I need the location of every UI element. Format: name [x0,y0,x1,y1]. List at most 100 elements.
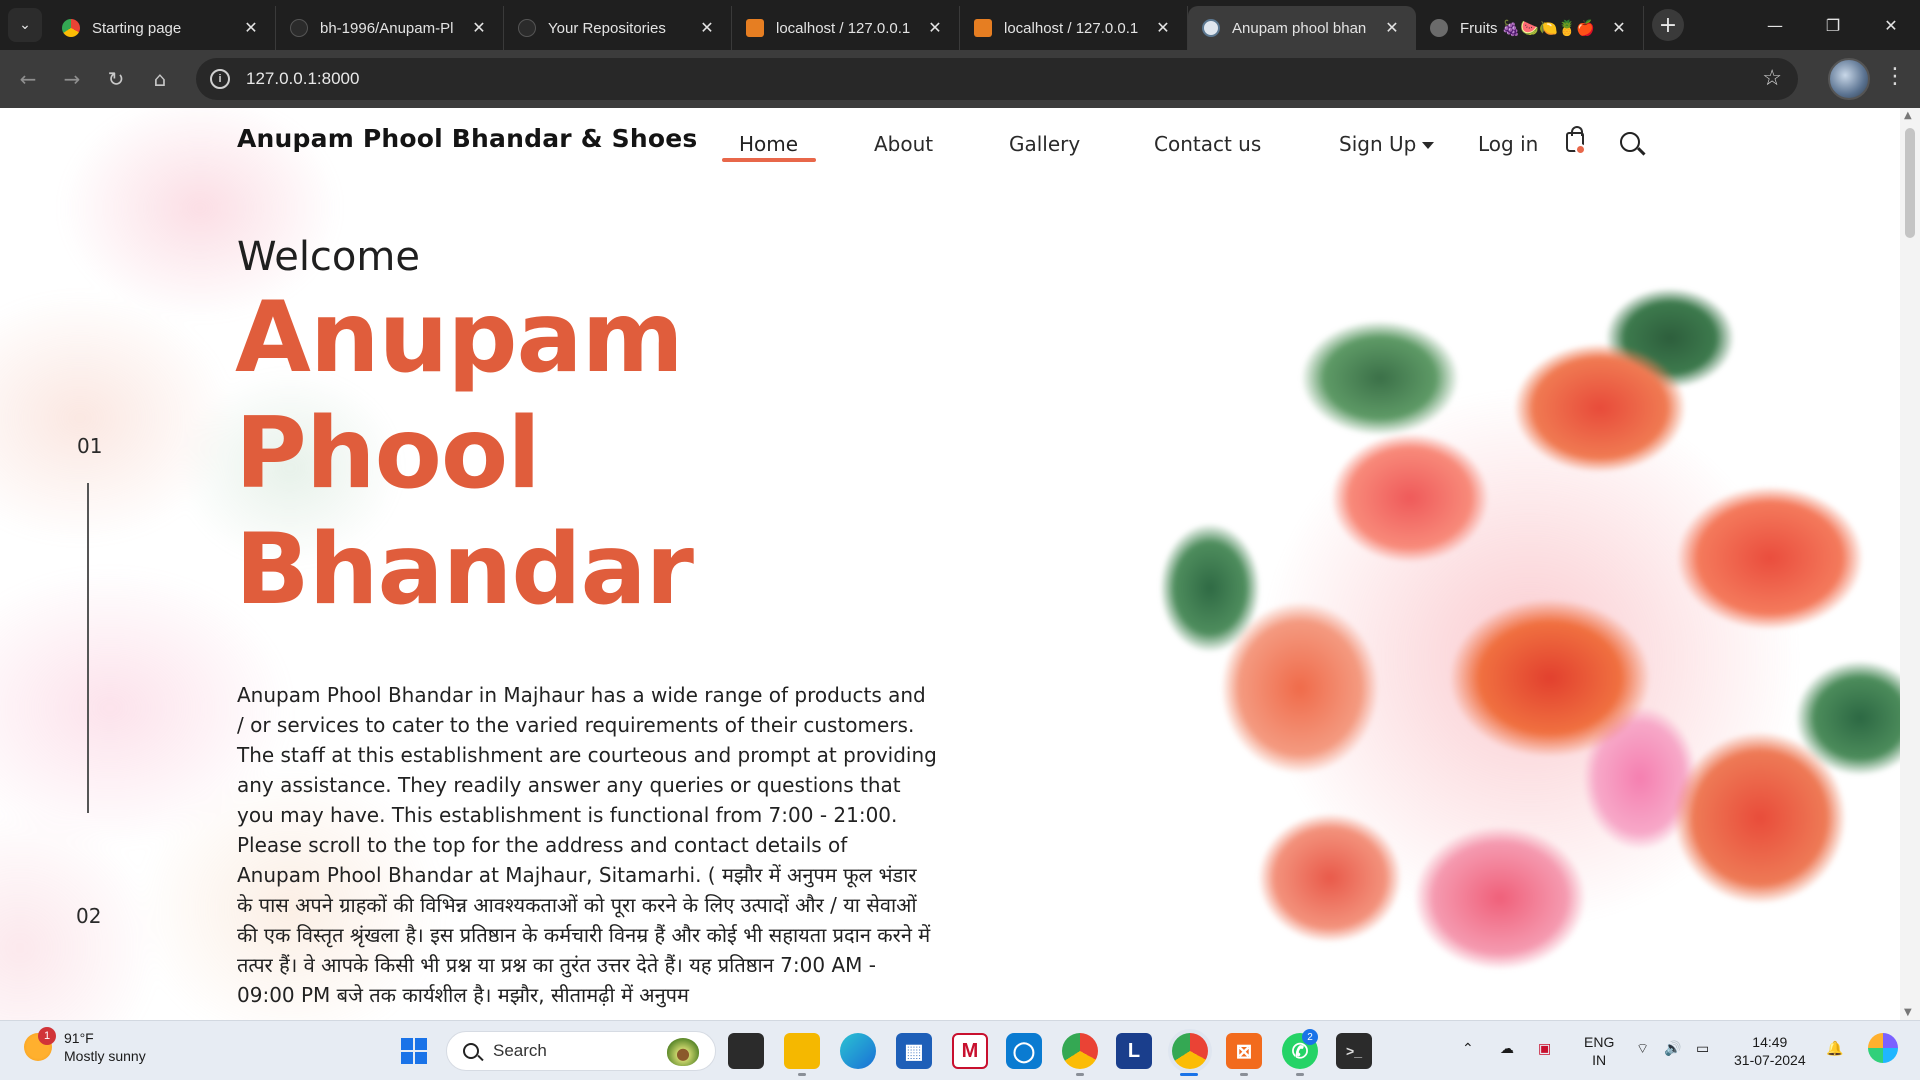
close-window-icon[interactable]: ✕ [1862,0,1920,50]
windows-logo-icon [401,1038,427,1064]
cortana-icon[interactable]: ◯ [1006,1033,1042,1069]
file-explorer-icon[interactable] [784,1033,820,1069]
phpmyadmin-favicon-icon [746,19,764,37]
running-indicator [1296,1073,1304,1076]
site-brand[interactable]: Anupam Phool Bhandar & Shoes [237,124,697,153]
menu-kebab-icon[interactable]: ⋮ [1884,64,1906,89]
github-favicon-icon [518,19,536,37]
tab-search-button[interactable]: ⌄ [8,8,42,42]
scrollbar-thumb[interactable] [1905,128,1915,238]
running-indicator [1240,1073,1248,1076]
close-tab-icon[interactable]: ✕ [1153,18,1173,38]
home-icon[interactable]: ⌂ [138,59,182,99]
nav-signup-label: Sign Up [1339,132,1417,156]
chrome-active-icon[interactable] [1172,1033,1208,1069]
tab-title: localhost / 127.0.0.1 [776,19,911,37]
scroll-up-arrow-icon[interactable]: ▲ [1904,110,1912,121]
slide-indicator-start[interactable]: 01 [77,434,102,458]
close-tab-icon[interactable]: ✕ [697,18,717,38]
forward-arrow-icon[interactable]: → [50,59,94,99]
slide-indicator-end[interactable]: 02 [76,904,101,928]
close-tab-icon[interactable]: ✕ [469,18,489,38]
windows-taskbar: 1 91°F Mostly sunny Search ▦ M ◯ L ⊠ ✆ 2… [0,1020,1920,1080]
show-hidden-icons-chevron-icon[interactable]: ⌃ [1462,1039,1474,1057]
chrome-favicon-icon [62,19,80,37]
browser-tab-active[interactable]: Anupam phool bhan ✕ [1188,6,1416,50]
nav-contact[interactable]: Contact us [1154,132,1261,156]
browser-tab[interactable]: Your Repositories ✕ [504,6,732,50]
site-info-icon[interactable]: i [210,69,230,89]
language-code: ENG [1584,1034,1615,1050]
address-bar[interactable]: i 127.0.0.1:8000 ☆ [196,58,1798,100]
task-view-icon[interactable] [728,1033,764,1069]
weather-description: Mostly sunny [64,1048,146,1064]
microsoft-store-icon[interactable]: ▦ [896,1033,932,1069]
nav-about[interactable]: About [874,132,933,156]
globe-favicon-icon [1430,19,1448,37]
l-app-icon[interactable]: L [1116,1033,1152,1069]
nav-signup-dropdown[interactable]: Sign Up [1339,132,1435,156]
back-arrow-icon[interactable]: ← [6,59,50,99]
nav-gallery[interactable]: Gallery [1009,132,1080,156]
caret-down-icon [1422,142,1435,149]
tab-title: bh-1996/Anupam-Pl [320,19,454,37]
language-region: IN [1592,1052,1607,1068]
security-tray-icon[interactable]: ▣ [1538,1039,1551,1057]
language-indicator[interactable]: ENG IN [1584,1033,1614,1069]
chrome-profile-icon[interactable] [1062,1033,1098,1069]
bookmark-star-icon[interactable]: ☆ [1762,65,1782,91]
close-tab-icon[interactable]: ✕ [241,18,261,38]
hero-flower-image [1080,258,1900,1020]
battery-icon[interactable]: ▭ [1696,1039,1709,1057]
mcafee-icon[interactable]: M [952,1033,988,1069]
page-scrollbar[interactable]: ▲ ▼ [1900,108,1920,1020]
edge-browser-icon[interactable] [840,1033,876,1069]
weather-badge: 1 [38,1027,56,1045]
hero-welcome: Welcome [237,234,420,280]
browser-tab[interactable]: localhost / 127.0.0.1 ✕ [960,6,1188,50]
tab-title: Starting page [92,19,182,37]
url-text[interactable]: 127.0.0.1:8000 [246,69,359,89]
windows-start-icon[interactable] [396,1033,432,1069]
nav-home[interactable]: Home [739,132,798,156]
tab-title: Anupam phool bhan [1232,19,1367,37]
minimize-icon[interactable]: — [1746,0,1804,50]
browser-tab[interactable]: Starting page ✕ [48,6,276,50]
restore-icon[interactable]: ❐ [1804,0,1862,50]
search-icon[interactable] [1620,132,1640,152]
nav-active-underline [722,158,816,162]
close-tab-icon[interactable]: ✕ [1609,18,1629,38]
volume-icon[interactable]: 🔊 [1664,1039,1681,1057]
scroll-down-arrow-icon[interactable]: ▼ [1904,1007,1912,1018]
copilot-icon[interactable] [1868,1033,1898,1063]
weather-temperature: 91°F [64,1030,94,1046]
browser-tab[interactable]: localhost / 127.0.0.1 ✕ [732,6,960,50]
onedrive-cloud-icon[interactable]: ☁ [1500,1039,1514,1057]
taskbar-search-box[interactable]: Search [446,1031,716,1071]
running-indicator-active [1180,1073,1198,1076]
new-tab-button[interactable]: + [1652,9,1684,41]
github-favicon-icon [290,19,308,37]
tab-title: Your Repositories [548,19,666,37]
avocado-icon [667,1038,699,1066]
close-tab-icon[interactable]: ✕ [925,18,945,38]
profile-avatar[interactable] [1828,58,1870,100]
nav-login[interactable]: Log in [1478,132,1538,156]
browser-tab[interactable]: bh-1996/Anupam-Pl ✕ [276,6,504,50]
running-indicator [798,1073,806,1076]
weather-widget[interactable]: 1 91°F Mostly sunny [24,1027,146,1065]
reload-icon[interactable]: ↻ [94,59,138,99]
plus-icon: + [1658,12,1678,38]
tab-title: localhost / 127.0.0.1 [1004,19,1139,37]
close-tab-icon[interactable]: ✕ [1382,18,1402,38]
xampp-icon[interactable]: ⊠ [1226,1033,1262,1069]
hero-title-line: Anupam [235,281,684,395]
notification-bell-icon[interactable]: 🔔 [1826,1039,1843,1057]
terminal-icon[interactable]: >_ [1336,1033,1372,1069]
running-indicator [1076,1073,1084,1076]
hero-description: Anupam Phool Bhandar in Majhaur has a wi… [237,683,937,1007]
clock[interactable]: 14:49 31-07-2024 [1734,1033,1806,1069]
browser-tab[interactable]: Fruits 🍇🍉🍋🍍🍎 ✕ [1416,6,1644,50]
clock-time: 14:49 [1752,1034,1788,1050]
wifi-icon[interactable]: ⌔ [1636,1039,1649,1057]
